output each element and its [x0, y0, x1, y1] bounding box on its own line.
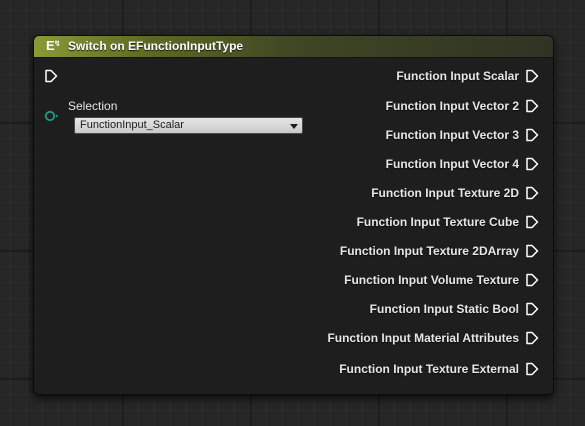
exec-out-pin-icon[interactable] [525, 128, 539, 142]
selection-label: Selection [68, 99, 118, 113]
exec-out-pin-icon[interactable] [525, 69, 539, 83]
output-label: Function Input Texture External [339, 362, 519, 376]
output-label: Function Input Static Bool [369, 302, 519, 316]
switch-node[interactable]: E ↯ Switch on EFunctionInputType Selectio… [33, 35, 554, 395]
output-label: Function Input Volume Texture [344, 273, 519, 287]
output-label: Function Input Texture Cube [356, 215, 519, 229]
switch-enum-icon: E ↯ [46, 38, 61, 53]
selection-pin-icon[interactable] [44, 109, 60, 123]
exec-out-pin-icon[interactable] [525, 244, 539, 258]
exec-out-pin-icon[interactable] [525, 331, 539, 345]
exec-out-pin-icon[interactable] [525, 157, 539, 171]
exec-out-pin-icon[interactable] [525, 302, 539, 316]
output-label: Function Input Texture 2DArray [339, 244, 519, 258]
exec-out-pin-icon[interactable] [525, 215, 539, 229]
selection-value: FunctionInput_Scalar [80, 119, 184, 131]
output-label: Function Input Vector 2 [385, 99, 519, 113]
output-label: Function Input Scalar [396, 69, 519, 83]
node-header[interactable]: E ↯ Switch on EFunctionInputType [34, 36, 553, 58]
node-title: Switch on EFunctionInputType [68, 39, 244, 53]
exec-out-pin-icon[interactable] [525, 186, 539, 200]
output-label: Function Input Material Attributes [327, 331, 519, 345]
exec-out-pin-icon[interactable] [525, 273, 539, 287]
selection-dropdown[interactable]: FunctionInput_Scalar [74, 117, 303, 134]
output-label: Function Input Vector 4 [385, 157, 519, 171]
chevron-down-icon [290, 124, 298, 129]
output-label: Function Input Vector 3 [385, 128, 519, 142]
output-label: Function Input Texture 2D [371, 186, 519, 200]
exec-in-pin-icon[interactable] [44, 69, 58, 83]
exec-out-pin-icon[interactable] [525, 362, 539, 376]
exec-out-pin-icon[interactable] [525, 99, 539, 113]
